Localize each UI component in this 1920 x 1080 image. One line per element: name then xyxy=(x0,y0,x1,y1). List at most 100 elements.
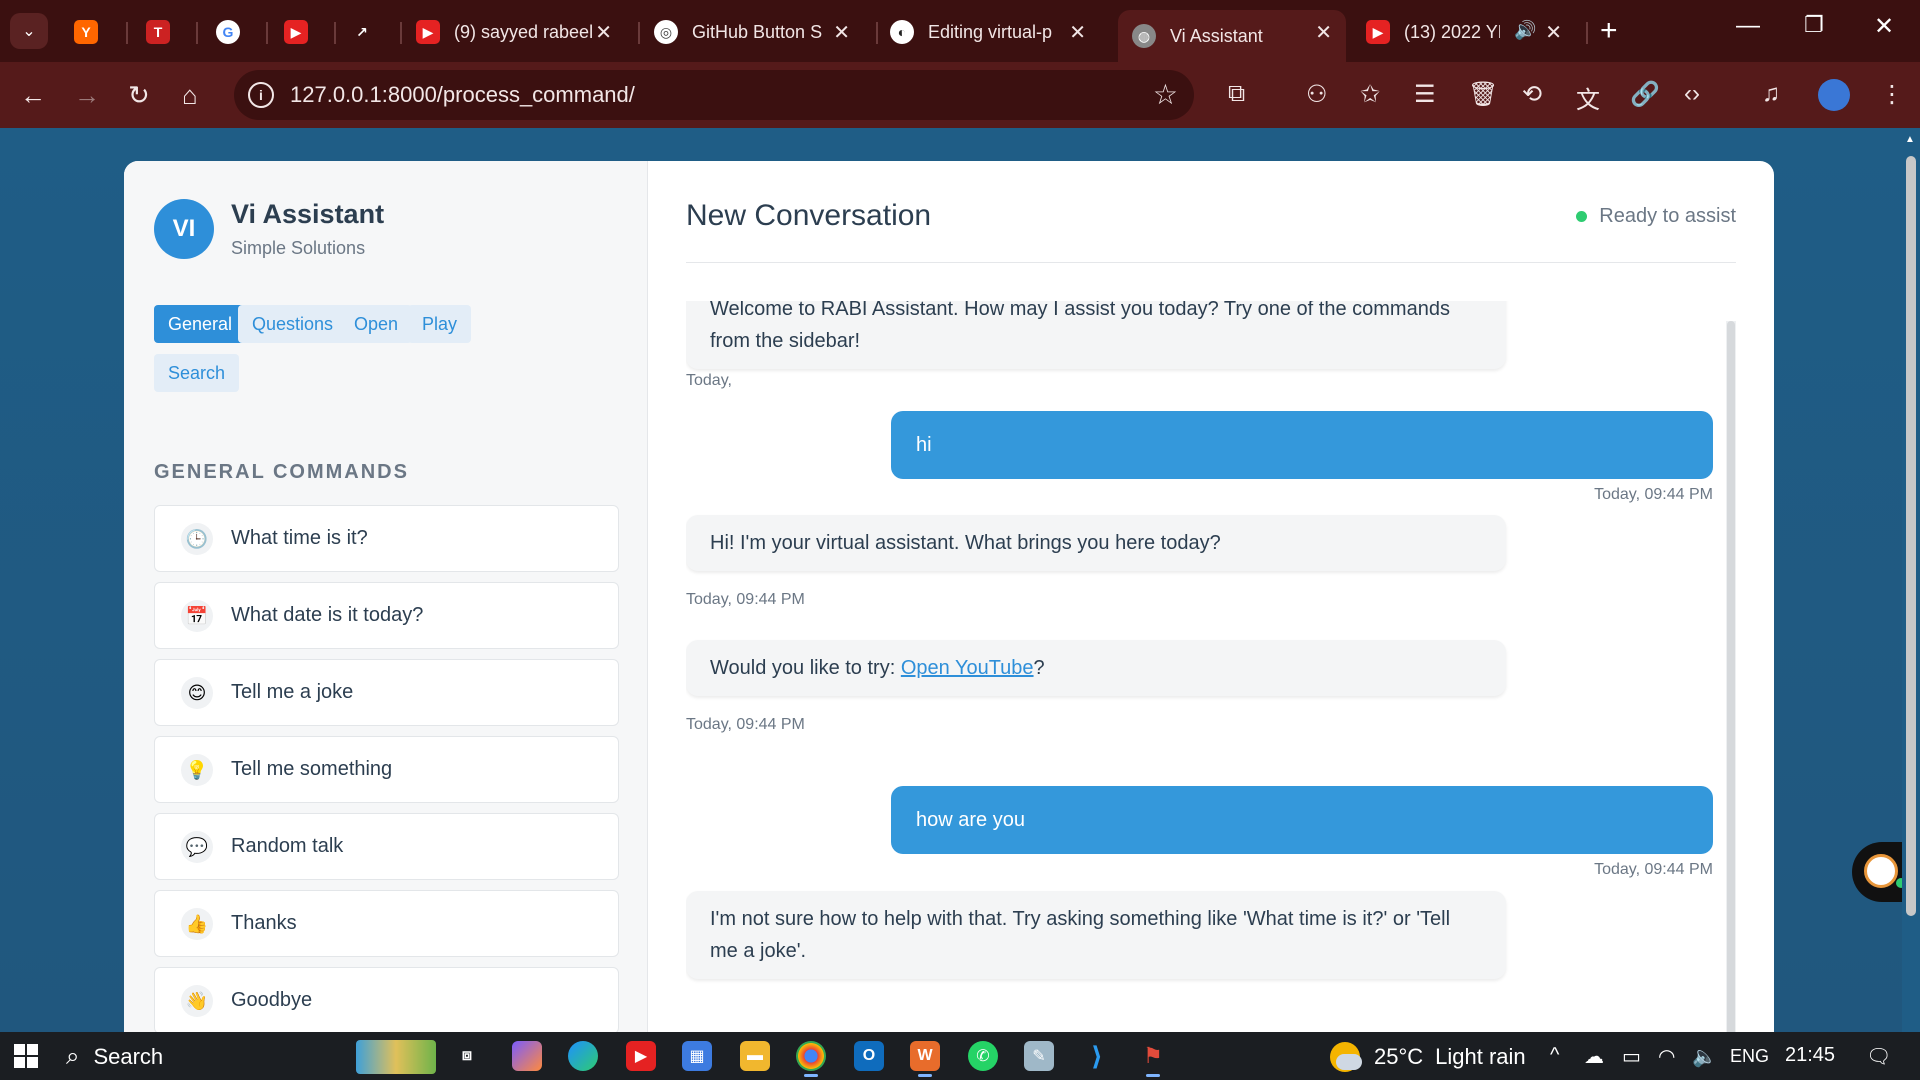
history-icon[interactable]: ⟲ xyxy=(1522,80,1542,109)
new-tab-button[interactable]: + xyxy=(1600,14,1618,48)
message-text: hi xyxy=(916,434,932,456)
status-text: Ready to assist xyxy=(1599,205,1736,227)
notifications-icon[interactable]: 🗨 xyxy=(1866,1044,1891,1069)
link-icon[interactable]: 🔗 xyxy=(1630,80,1660,109)
brand-tagline: Simple Solutions xyxy=(231,238,366,258)
message-text: Would you like to try: xyxy=(710,657,901,679)
command-goodbye[interactable]: 👋 Goodbye xyxy=(154,967,619,1032)
volume-icon[interactable]: 🔈 xyxy=(1692,1044,1717,1069)
windows-start-icon[interactable] xyxy=(14,1044,38,1068)
tab-separator xyxy=(266,22,268,44)
filter-general[interactable]: General xyxy=(154,305,247,343)
incognito-icon[interactable]: ⚇ xyxy=(1306,80,1328,109)
close-window-icon[interactable]: ✕ xyxy=(1874,12,1894,41)
pinned-tab-1[interactable]: Y xyxy=(74,10,102,54)
more-menu-icon[interactable]: ⋮ xyxy=(1880,80,1904,109)
edge-icon[interactable] xyxy=(568,1041,598,1071)
message-timestamp: Today, xyxy=(686,372,732,389)
restore-icon[interactable]: ❐ xyxy=(1804,12,1824,38)
code-icon[interactable]: ‹› xyxy=(1684,80,1700,108)
taskbar-search[interactable]: ⌕ Search xyxy=(66,1040,436,1074)
section-title: GENERAL COMMANDS xyxy=(154,461,409,483)
tab-youtube-2022[interactable]: ▶ (13) 2022 YE 🔊 ✕ xyxy=(1366,10,1576,54)
tab-editing-virtual[interactable]: ◐ Editing virtual-p ✕ xyxy=(890,10,1100,54)
reading-list-icon[interactable]: ☰ xyxy=(1414,80,1436,109)
pinned-tab-5[interactable]: ↗ xyxy=(350,10,378,54)
weather-widget[interactable]: 25°C Light rain xyxy=(1330,1040,1526,1074)
language-indicator[interactable]: ENG xyxy=(1730,1046,1769,1067)
home-icon[interactable]: ⌂ xyxy=(182,80,198,111)
battery-icon[interactable]: ▭ xyxy=(1622,1044,1641,1069)
chat-scrollbar[interactable] xyxy=(1726,321,1736,1032)
url-text[interactable]: 127.0.0.1:8000/process_command/ xyxy=(290,82,635,108)
outlook-icon[interactable]: O xyxy=(854,1041,884,1071)
forward-icon[interactable]: → xyxy=(74,80,100,111)
filter-play[interactable]: Play xyxy=(408,305,472,343)
pinned-tab-2[interactable]: T xyxy=(146,10,174,54)
command-what-date[interactable]: 📅 What date is it today? xyxy=(154,582,619,649)
tab-vi-assistant[interactable]: ◍ Vi Assistant ✕ xyxy=(1118,10,1346,62)
command-label: Random talk xyxy=(231,835,344,857)
extensions-icon[interactable]: ⧉ xyxy=(1228,80,1245,108)
notepad-icon[interactable]: ✎ xyxy=(1024,1041,1054,1071)
copilot-icon[interactable] xyxy=(512,1041,542,1071)
tab-github-button[interactable]: ◎ GitHub Button S ✕ xyxy=(654,10,864,54)
command-random-talk[interactable]: 💬 Random talk xyxy=(154,813,619,880)
close-tab-icon[interactable]: ✕ xyxy=(833,20,850,45)
youtube-icon: ▶ xyxy=(284,20,308,44)
vscode-icon[interactable]: ⟩ xyxy=(1082,1041,1112,1071)
close-tab-icon[interactable]: ✕ xyxy=(1315,20,1332,45)
speaker-icon[interactable]: 🔊 xyxy=(1514,20,1536,41)
file-explorer-icon[interactable]: ▬ xyxy=(740,1041,770,1071)
writer-icon[interactable]: W xyxy=(910,1041,940,1077)
translate-icon[interactable]: 文 xyxy=(1576,80,1600,115)
header-divider xyxy=(686,262,1736,263)
onedrive-error-icon[interactable]: ☁ xyxy=(1584,1044,1604,1069)
chat-scrollbar-thumb[interactable] xyxy=(1727,321,1735,1032)
favorites-icon[interactable]: ✩ xyxy=(1360,80,1380,109)
trash-icon[interactable]: 🗑 xyxy=(1468,80,1498,109)
close-tab-icon[interactable]: ✕ xyxy=(1545,20,1562,45)
chat-messages[interactable]: Welcome to RABI Assistant. How may I ass… xyxy=(686,301,1736,1032)
whatsapp-icon[interactable]: ✆ xyxy=(968,1041,998,1071)
command-tell-something[interactable]: 💡 Tell me something xyxy=(154,736,619,803)
weather-temp: 25°C xyxy=(1374,1044,1424,1069)
scroll-up-icon[interactable]: ▲ xyxy=(1905,134,1915,145)
taskbar-clock[interactable]: 21:45 xyxy=(1785,1044,1835,1067)
command-tell-joke[interactable]: 😊 Tell me a joke xyxy=(154,659,619,726)
bookmark-star-icon[interactable]: ☆ xyxy=(1153,78,1178,111)
minimize-icon[interactable]: — xyxy=(1736,12,1760,40)
youtube-app-icon[interactable]: ▶ xyxy=(626,1041,656,1071)
profile-avatar[interactable] xyxy=(1818,79,1850,111)
filter-open[interactable]: Open xyxy=(340,305,413,343)
open-youtube-link[interactable]: Open YouTube xyxy=(901,657,1034,679)
show-hidden-icons-chevron-icon[interactable]: ^ xyxy=(1550,1044,1559,1067)
pinned-tab-4[interactable]: ▶ xyxy=(284,10,312,54)
user-message: hi xyxy=(891,411,1713,479)
page-scrollbar[interactable]: ▲ xyxy=(1902,128,1920,1032)
tab-youtube-sayyed[interactable]: ▶ (9) sayyed rabeel ✕ xyxy=(416,10,626,54)
reload-icon[interactable]: ↻ xyxy=(128,80,150,111)
pinned-tab-3[interactable]: G xyxy=(216,10,244,54)
tab-title: (13) 2022 YE xyxy=(1404,21,1500,42)
media-control-icon[interactable]: ♫ xyxy=(1762,80,1780,108)
filter-search[interactable]: Search xyxy=(154,354,240,392)
tab-search-chevron-icon[interactable]: ⌄ xyxy=(10,13,48,49)
chrome-icon[interactable] xyxy=(796,1041,826,1077)
filter-questions[interactable]: Questions xyxy=(238,305,348,343)
wifi-icon[interactable]: ◠ xyxy=(1658,1044,1675,1069)
close-tab-icon[interactable]: ✕ xyxy=(1069,20,1086,45)
store-icon[interactable]: ▦ xyxy=(682,1041,712,1071)
close-tab-icon[interactable]: ✕ xyxy=(595,20,612,45)
site-info-icon[interactable]: i xyxy=(248,82,274,108)
git-tool-icon[interactable]: ⚑ xyxy=(1138,1041,1168,1077)
back-icon[interactable]: ← xyxy=(20,80,46,111)
conversation-title: New Conversation xyxy=(686,199,932,232)
brand-name: Vi Assistant xyxy=(231,199,385,229)
command-what-time[interactable]: 🕒 What time is it? xyxy=(154,505,619,572)
page-scrollbar-thumb[interactable] xyxy=(1906,156,1916,916)
task-view-icon[interactable]: ⧈ xyxy=(452,1041,482,1071)
command-thanks[interactable]: 👍 Thanks xyxy=(154,890,619,957)
address-bar[interactable]: i 127.0.0.1:8000/process_command/ ☆ xyxy=(234,70,1194,120)
status-dot-icon xyxy=(1576,211,1588,222)
